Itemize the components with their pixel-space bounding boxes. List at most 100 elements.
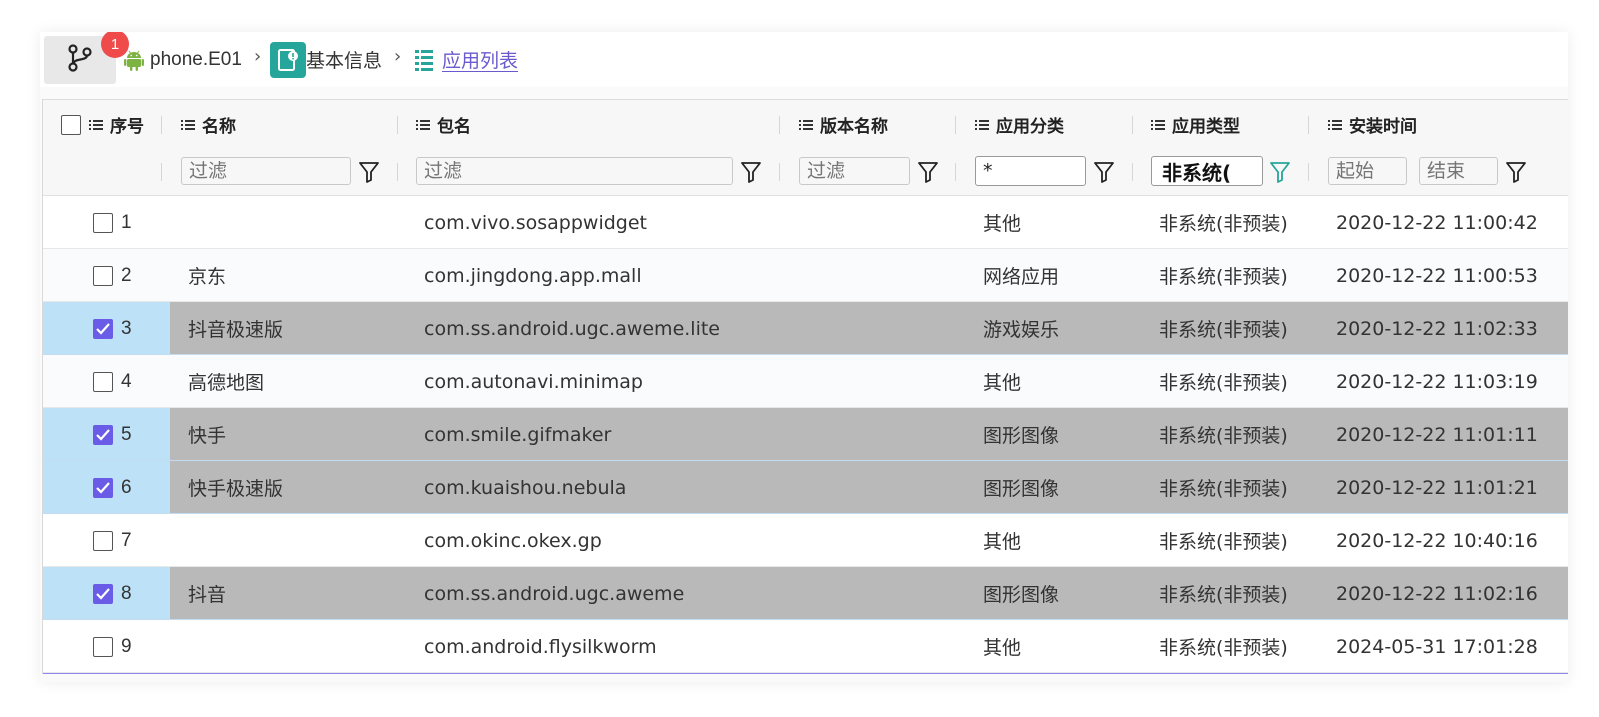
table-header: 序号 名称 包名 版本名称 应用分类 应用类型 安装时间 — [43, 99, 1568, 150]
type-cell: 非系统(非预装) — [1159, 637, 1288, 659]
select-all-checkbox[interactable] — [61, 114, 81, 135]
column-menu-icon[interactable] — [1151, 119, 1165, 131]
filter-icon[interactable] — [739, 159, 763, 185]
app-list-panel: 1 phone.E01 › 基本信息 › 应用列表 序号 名称 包名 版本名称 … — [40, 32, 1568, 682]
column-menu-icon[interactable] — [181, 119, 195, 131]
row-checkbox[interactable] — [93, 583, 113, 604]
column-menu-icon[interactable] — [1328, 119, 1342, 131]
row-checkbox[interactable] — [93, 318, 113, 339]
table-row[interactable]: 4 高德地图 com.autonavi.minimap 其他 非系统(非预装) 2020-… — [43, 355, 1568, 408]
column-divider[interactable] — [161, 116, 162, 134]
column-divider[interactable] — [779, 116, 780, 134]
filter-icon[interactable] — [1268, 159, 1292, 185]
type-cell: 非系统(非预装) — [1159, 266, 1288, 288]
table-row[interactable]: 1 com.vivo.sosappwidget 其他 非系统(非预装) 2020-12-… — [43, 196, 1568, 249]
row-checkbox[interactable] — [93, 424, 113, 445]
app-list-link[interactable]: 应用列表 — [442, 46, 518, 73]
package-filter-input[interactable] — [416, 157, 733, 185]
row-index: 2 — [121, 264, 132, 286]
filter-icon[interactable] — [1504, 159, 1528, 185]
index-cell: 7 — [93, 514, 132, 567]
column-divider[interactable] — [955, 116, 956, 134]
breadcrumb-app-list[interactable]: 应用列表 — [414, 32, 518, 87]
table-row[interactable]: 8 抖音 com.ss.android.ugc.aweme 图形图像 非系统(非预装) 2… — [43, 567, 1568, 620]
table-row[interactable]: 2 京东 com.jingdong.app.mall 网络应用 非系统(非预装) 2020… — [43, 249, 1568, 302]
table-row[interactable]: 3 抖音极速版 com.ss.android.ugc.aweme.lite 游戏娱乐 非… — [43, 302, 1568, 355]
name-cell: 京东 — [188, 266, 227, 288]
type-cell: 非系统(非预装) — [1159, 319, 1288, 341]
row-checkbox[interactable] — [93, 477, 113, 498]
column-menu-icon[interactable] — [799, 119, 813, 131]
column-divider — [397, 163, 398, 181]
type-cell: 非系统(非预装) — [1159, 372, 1288, 394]
header-package[interactable]: 包名 — [416, 100, 471, 149]
breadcrumb-device[interactable]: phone.E01 — [124, 32, 242, 87]
column-divider — [161, 163, 162, 181]
column-menu-icon[interactable] — [89, 119, 103, 131]
row-index: 5 — [121, 423, 132, 445]
row-checkbox[interactable] — [93, 530, 113, 551]
row-checkbox[interactable] — [93, 265, 113, 286]
index-cell: 1 — [93, 196, 132, 249]
package-cell: com.autonavi.minimap — [424, 370, 643, 393]
install-time-cell: 2020-12-22 11:02:16 — [1336, 582, 1538, 605]
type-cell: 非系统(非预装) — [1159, 531, 1288, 553]
install-time-cell: 2020-12-22 11:00:53 — [1336, 264, 1538, 287]
column-divider[interactable] — [1132, 116, 1133, 134]
header-label: 应用分类 — [996, 117, 1064, 137]
category-cell: 其他 — [983, 531, 1022, 553]
type-cell: 非系统(非预装) — [1159, 584, 1288, 606]
header-type[interactable]: 应用类型 — [1151, 100, 1240, 149]
row-checkbox[interactable] — [93, 371, 113, 392]
table-row[interactable]: 7 com.okinc.okex.gp 其他 非系统(非预装) 2020-12-22 1… — [43, 514, 1568, 567]
package-cell: com.vivo.sosappwidget — [424, 211, 647, 234]
table-row[interactable]: 9 com.android.flysilkworm 其他 非系统(非预装) 2024-0… — [43, 620, 1568, 673]
category-filter-input[interactable] — [975, 156, 1086, 186]
branch-button[interactable]: 1 — [44, 32, 129, 84]
name-filter-input[interactable] — [181, 157, 351, 185]
install-time-cell: 2020-12-22 10:40:16 — [1336, 529, 1538, 552]
category-cell: 图形图像 — [983, 478, 1060, 500]
header-label: 安装时间 — [1349, 117, 1417, 137]
filter-icon[interactable] — [916, 159, 940, 185]
header-label: 包名 — [437, 117, 471, 137]
row-index: 9 — [121, 635, 132, 657]
column-menu-icon[interactable] — [416, 119, 430, 131]
header-install-time[interactable]: 安装时间 — [1328, 100, 1417, 149]
time-start-input[interactable] — [1328, 157, 1407, 185]
column-divider[interactable] — [397, 116, 398, 134]
column-divider[interactable] — [1308, 116, 1309, 134]
type-filter-input[interactable] — [1151, 156, 1263, 186]
row-checkbox[interactable] — [93, 212, 113, 233]
install-time-cell: 2020-12-22 11:00:42 — [1336, 211, 1538, 234]
row-index: 1 — [121, 211, 132, 233]
type-cell: 非系统(非预装) — [1159, 213, 1288, 235]
breadcrumb-basic-info[interactable]: 基本信息 — [270, 32, 382, 87]
time-end-input[interactable] — [1419, 157, 1498, 185]
index-cell: 4 — [93, 355, 132, 408]
package-cell: com.kuaishou.nebula — [424, 476, 627, 499]
category-cell: 其他 — [983, 637, 1022, 659]
info-card-icon — [270, 41, 306, 78]
package-cell: com.okinc.okex.gp — [424, 529, 602, 552]
row-checkbox[interactable] — [93, 636, 113, 657]
column-menu-icon[interactable] — [975, 119, 989, 131]
header-version[interactable]: 版本名称 — [799, 100, 888, 149]
name-cell: 快手极速版 — [188, 478, 284, 500]
checkmark-icon — [96, 481, 110, 494]
header-category[interactable]: 应用分类 — [975, 100, 1064, 149]
checkmark-icon — [96, 587, 110, 600]
chevron-right-icon: › — [254, 46, 262, 67]
version-filter-input[interactable] — [799, 157, 910, 185]
header-name[interactable]: 名称 — [181, 100, 236, 149]
header-index[interactable]: 序号 — [61, 100, 144, 149]
device-label: phone.E01 — [150, 48, 242, 70]
app-table: 序号 名称 包名 版本名称 应用分类 应用类型 安装时间 过滤 过滤 过滤 * … — [42, 99, 1568, 674]
name-cell: 抖音极速版 — [188, 319, 284, 341]
filter-icon[interactable] — [357, 159, 381, 185]
install-time-cell: 2020-12-22 11:01:21 — [1336, 476, 1538, 499]
filter-icon[interactable] — [1092, 159, 1116, 185]
table-row[interactable]: 5 快手 com.smile.gifmaker 图形图像 非系统(非预装) 2020-12… — [43, 408, 1568, 461]
table-row[interactable]: 6 快手极速版 com.kuaishou.nebula 图形图像 非系统(非预装) 202… — [43, 461, 1568, 514]
category-cell: 图形图像 — [983, 584, 1060, 606]
